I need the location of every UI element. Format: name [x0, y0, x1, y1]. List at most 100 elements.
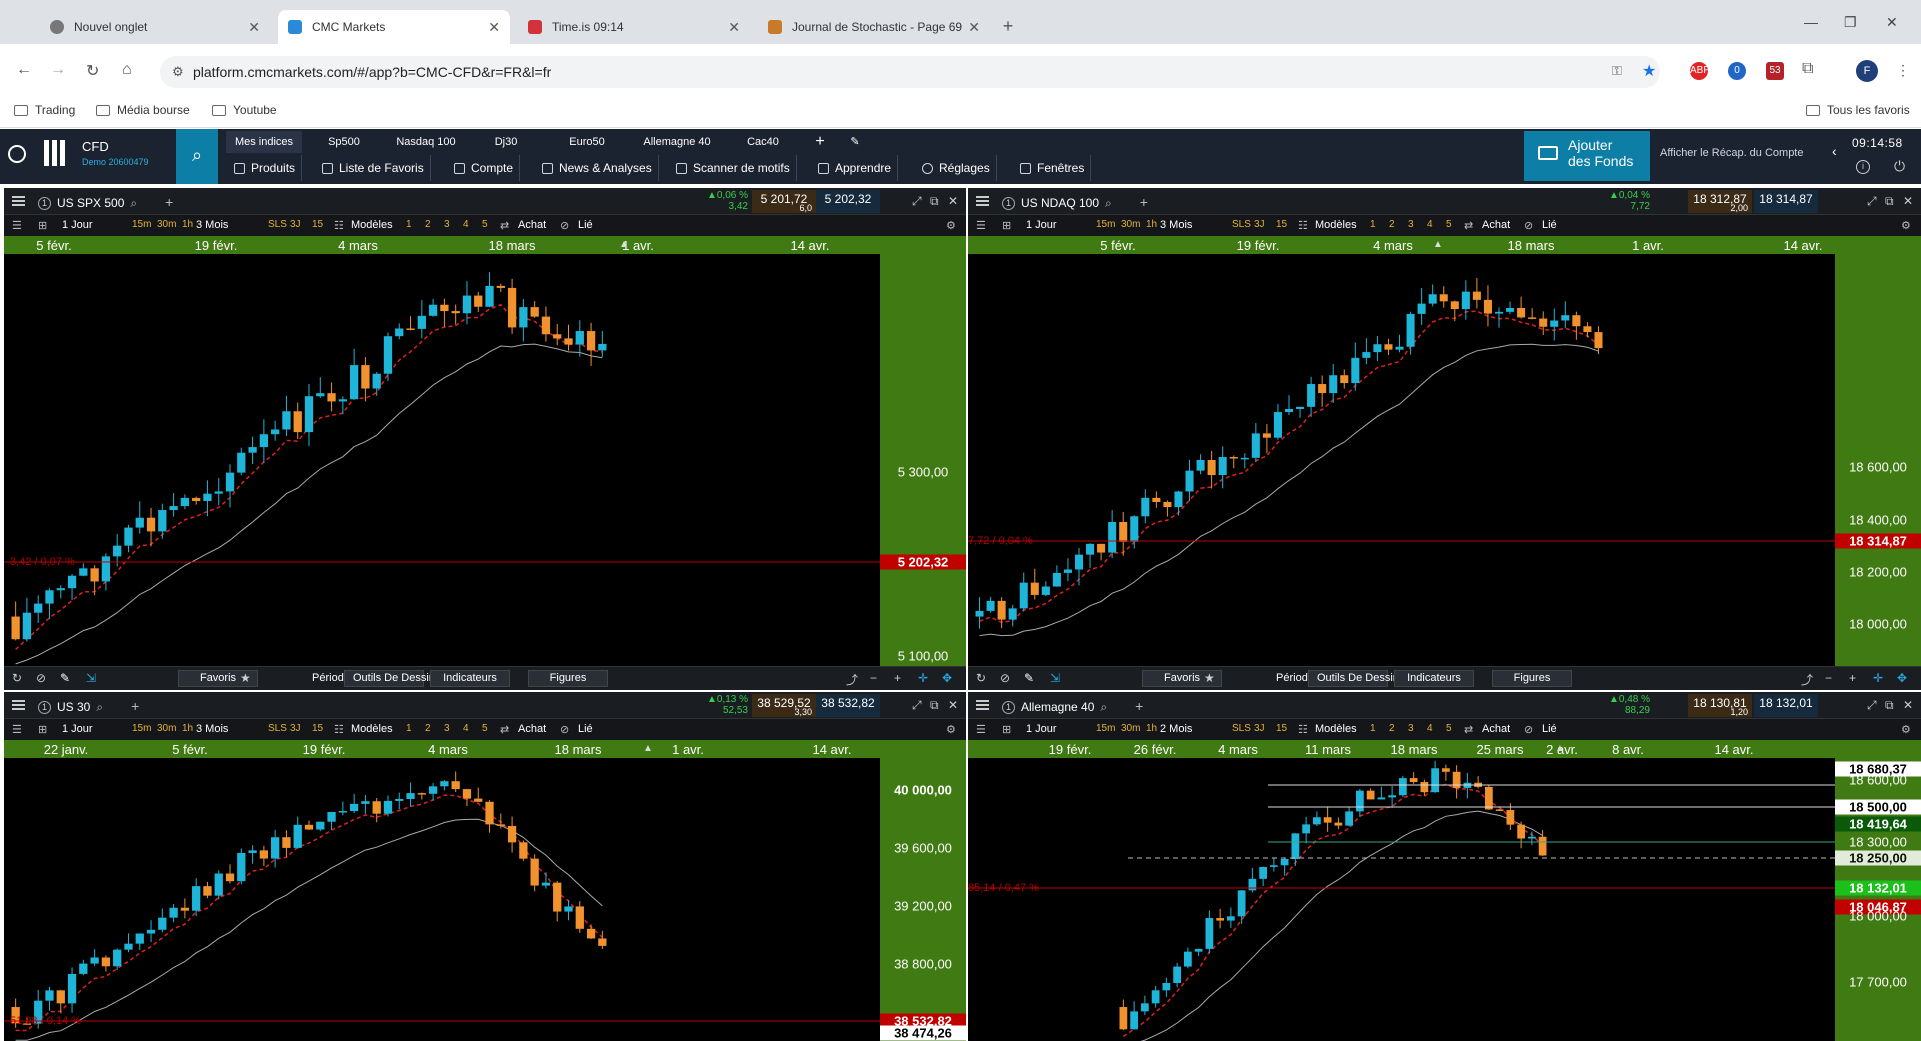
- search-icon[interactable]: ⌕: [130, 196, 137, 210]
- toolbar-button-3[interactable]: Indicateurs: [1394, 670, 1474, 687]
- layout-icon[interactable]: ☰: [976, 219, 986, 232]
- candlestick-plot[interactable]: [968, 254, 1835, 666]
- buy-price-button[interactable]: 38 532,82: [816, 694, 880, 717]
- add-chart-icon[interactable]: +: [131, 698, 139, 714]
- pan-icon[interactable]: ✥: [942, 671, 952, 685]
- buy-price-button[interactable]: 18 132,01: [1754, 694, 1818, 717]
- pan-icon[interactable]: ✥: [1897, 671, 1907, 685]
- browser-tab-cmc[interactable]: CMC Markets ✕: [278, 10, 510, 44]
- power-icon[interactable]: ⏻: [1894, 158, 1905, 175]
- timeframe-button[interactable]: 15m: [1096, 219, 1115, 230]
- preset-button[interactable]: 4: [1427, 723, 1433, 734]
- bookmark-media-bourse[interactable]: Média bourse: [96, 103, 190, 117]
- preset-button[interactable]: 1: [406, 219, 412, 230]
- extension-icon[interactable]: 53: [1766, 62, 1784, 80]
- instrument-title[interactable]: 1 US SPX 500 ⌕ +: [38, 194, 173, 211]
- expand-icon[interactable]: ⤢: [912, 194, 922, 209]
- linked-button[interactable]: Lié: [578, 219, 593, 231]
- expand-icon[interactable]: ⤢: [1867, 698, 1877, 713]
- models-icon[interactable]: ☷: [1298, 723, 1308, 736]
- menu-icon[interactable]: [12, 196, 25, 206]
- close-icon[interactable]: ✕: [1903, 194, 1913, 208]
- info-icon[interactable]: i: [1856, 160, 1870, 174]
- period-select[interactable]: 3 Mois: [196, 219, 228, 231]
- close-icon[interactable]: ✕: [248, 19, 260, 36]
- sls-button[interactable]: 15: [1276, 723, 1287, 734]
- preset-button[interactable]: 3: [1408, 723, 1414, 734]
- search-icon[interactable]: ⌕: [176, 129, 218, 184]
- tab-euro50[interactable]: Euro50: [546, 131, 628, 153]
- tab-nasdaq100[interactable]: Nasdaq 100: [384, 131, 468, 153]
- candlestick-plot[interactable]: [4, 254, 880, 666]
- info-icon[interactable]: 1: [1002, 197, 1015, 211]
- menu-news[interactable]: News & Analyses: [536, 155, 659, 181]
- expand-icon[interactable]: ⤢: [912, 698, 922, 713]
- site-info-icon[interactable]: ⚙: [172, 64, 184, 80]
- zoom-in-icon[interactable]: +: [1849, 671, 1856, 685]
- menu-produits[interactable]: Produits: [228, 155, 303, 181]
- grid-icon[interactable]: ⊞: [38, 723, 47, 736]
- back-icon[interactable]: ←: [16, 61, 32, 79]
- refresh-icon[interactable]: ↻: [976, 671, 986, 685]
- timeframe-button[interactable]: 1h: [182, 723, 193, 734]
- linked-button[interactable]: Lié: [1542, 723, 1557, 735]
- menu-icon[interactable]: [976, 700, 989, 710]
- preset-button[interactable]: 5: [482, 219, 488, 230]
- candlestick-plot[interactable]: [968, 758, 1835, 1041]
- menu-icon[interactable]: [976, 196, 989, 206]
- close-icon[interactable]: ✕: [728, 19, 740, 36]
- models-icon[interactable]: ☷: [334, 723, 344, 736]
- preset-button[interactable]: 1: [1370, 219, 1376, 230]
- search-icon[interactable]: ⌕: [96, 700, 103, 714]
- add-chart-icon[interactable]: +: [165, 194, 173, 210]
- preset-button[interactable]: 3: [444, 723, 450, 734]
- buy-button[interactable]: Achat: [1482, 723, 1510, 735]
- timeframe-button[interactable]: 15m: [132, 723, 151, 734]
- grid-icon[interactable]: ⊞: [1002, 219, 1011, 232]
- preset-button[interactable]: 1: [406, 723, 412, 734]
- interval-select[interactable]: 1 Jour: [62, 723, 93, 735]
- window-close-icon[interactable]: ✕: [1886, 14, 1898, 31]
- preset-button[interactable]: 5: [482, 723, 488, 734]
- layout-icon[interactable]: ☰: [12, 723, 22, 736]
- sls-button[interactable]: 15: [312, 723, 323, 734]
- bookmark-youtube[interactable]: Youtube: [212, 103, 277, 117]
- menu-compte[interactable]: Compte: [448, 155, 521, 181]
- buy-price-button[interactable]: 18 314,87: [1754, 190, 1818, 213]
- instrument-title[interactable]: 1 Allemagne 40 ⌕ +: [1002, 698, 1143, 715]
- models-icon[interactable]: ☷: [334, 219, 344, 232]
- info-icon[interactable]: 1: [38, 701, 51, 715]
- toolbar-button-4[interactable]: Figures: [1492, 670, 1572, 687]
- models-button[interactable]: Modèles: [1315, 723, 1357, 735]
- period-select[interactable]: 2 Mois: [1160, 723, 1192, 735]
- close-icon[interactable]: ✕: [948, 194, 958, 208]
- url-text[interactable]: platform.cmcmarkets.com/#/app?b=CMC-CFD&…: [193, 64, 551, 80]
- candlestick-plot[interactable]: [4, 758, 880, 1041]
- interval-select[interactable]: 1 Jour: [62, 219, 93, 231]
- add-tab-icon[interactable]: +: [808, 131, 832, 153]
- menu-icon[interactable]: [12, 700, 25, 710]
- reload-icon[interactable]: ↻: [86, 61, 99, 81]
- buy-icon[interactable]: ⇄: [1464, 723, 1473, 736]
- interval-select[interactable]: 1 Jour: [1026, 219, 1057, 231]
- popout-icon[interactable]: ⧉: [1885, 194, 1894, 209]
- toolbar-button-2[interactable]: Outils De Dessin: [344, 670, 435, 687]
- sls-button[interactable]: 15: [312, 219, 323, 230]
- preset-button[interactable]: 2: [425, 219, 431, 230]
- kebab-menu-icon[interactable]: ⋮: [1896, 62, 1910, 79]
- key-icon[interactable]: ⚿: [1612, 63, 1622, 79]
- zoom-out-icon[interactable]: −: [870, 671, 877, 685]
- cursor-icon[interactable]: ⇲: [86, 671, 96, 685]
- toolbar-button-2[interactable]: Outils De Dessin: [1308, 670, 1399, 687]
- timeframe-button[interactable]: 1h: [1146, 219, 1157, 230]
- menu-apprendre[interactable]: Apprendre: [812, 155, 899, 181]
- timeframe-button[interactable]: 30m: [157, 723, 176, 734]
- buy-button[interactable]: Achat: [1482, 219, 1510, 231]
- tab-sp500[interactable]: Sp500: [310, 131, 378, 153]
- expand-icon[interactable]: ⤢: [1867, 194, 1877, 209]
- sls-button[interactable]: 3J: [290, 723, 301, 734]
- measure-icon[interactable]: ⤴: [846, 671, 858, 688]
- browser-tab-journal[interactable]: Journal de Stochastic - Page 69 ✕: [758, 10, 990, 44]
- popout-icon[interactable]: ⧉: [1885, 698, 1894, 713]
- interval-select[interactable]: 1 Jour: [1026, 723, 1057, 735]
